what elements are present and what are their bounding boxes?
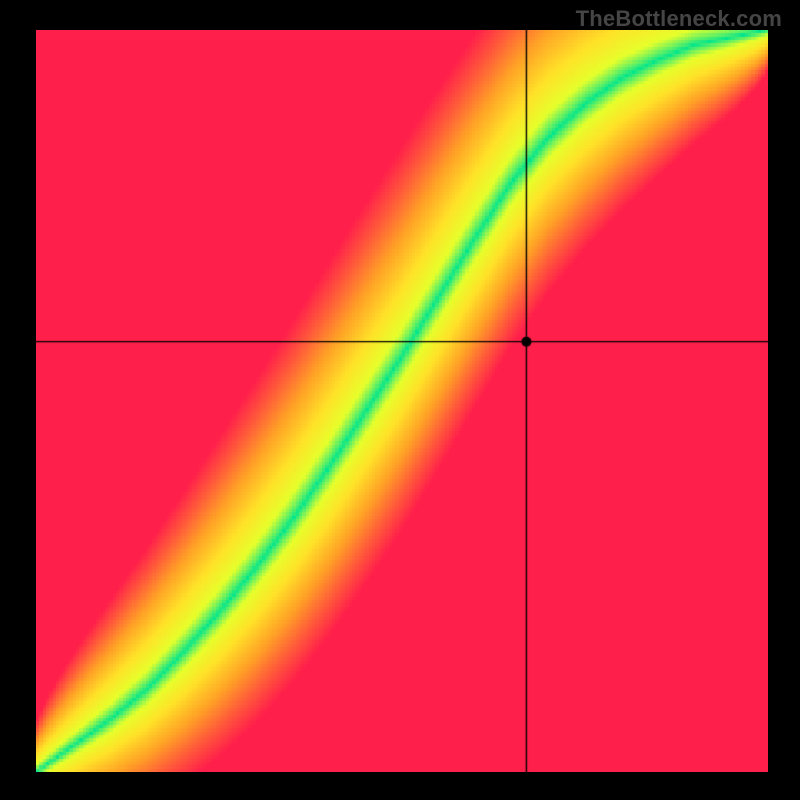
heatmap-canvas xyxy=(36,30,768,772)
bottleneck-heatmap xyxy=(36,30,768,772)
watermark-text: TheBottleneck.com xyxy=(576,6,782,32)
